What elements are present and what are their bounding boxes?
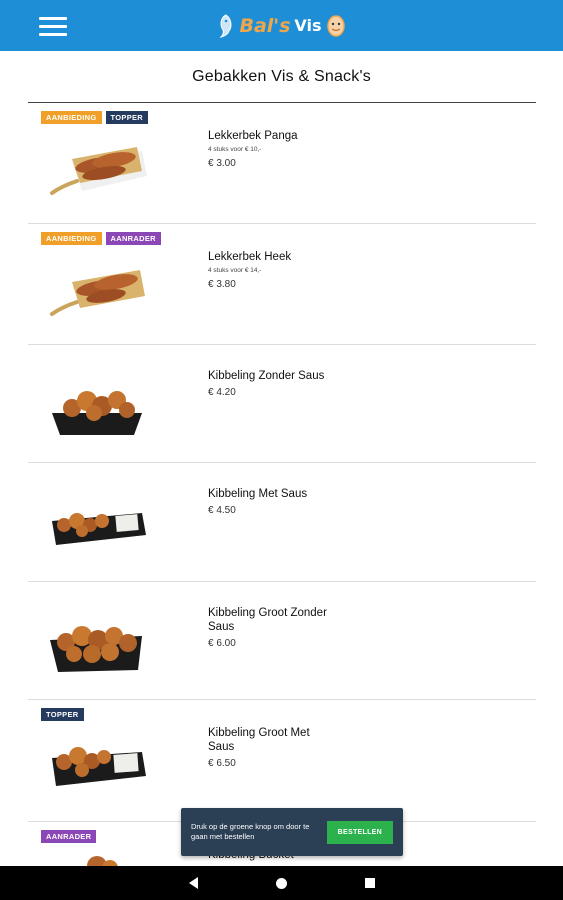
badge-aanbieding: AANBIEDING	[41, 232, 102, 245]
product-item[interactable]: Kibbeling Groot Zonder Saus € 6.00	[28, 582, 536, 700]
badge-row: AANBIEDING TOPPER	[41, 111, 149, 124]
toast-message: Druk op de groene knop om door te gaan m…	[191, 822, 310, 841]
home-icon[interactable]	[275, 877, 287, 889]
product-name: Lekkerbek Heek	[208, 251, 292, 263]
badge-row: TOPPER	[41, 708, 84, 721]
product-price: € 3.00	[208, 158, 236, 169]
product-item[interactable]: AANBIEDING TOPPER Lekkerbek Panga 4 stuk…	[28, 103, 536, 224]
product-info: Kibbeling Zonder Saus € 4.20	[208, 369, 328, 398]
product-name: Lekkerbek Panga	[208, 130, 298, 142]
product-info: Kibbeling Groot Zonder Saus € 6.00	[208, 606, 328, 649]
product-offer: 4 stuks voor € 10,-	[208, 146, 262, 153]
product-name: Kibbeling Groot Met Saus	[208, 727, 310, 753]
brand-logo: Bal's Vis	[217, 0, 345, 51]
badge-topper: TOPPER	[105, 111, 149, 124]
logo-text-secondary: Vis	[294, 16, 322, 35]
product-price: € 4.20	[208, 387, 236, 398]
badge-row: AANBIEDING AANRADER	[41, 232, 161, 245]
kibbeling-sauce-tray-image	[52, 513, 146, 545]
order-toast: Druk op de groene knop om door te gaan m…	[181, 808, 403, 856]
product-info: Lekkerbek Panga 4 stuks voor € 10,- € 3.…	[208, 129, 328, 169]
mascot-face-icon	[326, 14, 345, 37]
product-item[interactable]: AANBIEDING AANRADER Lekkerbek Heek 4 stu…	[28, 224, 536, 345]
product-price: € 6.00	[208, 638, 236, 649]
page-title: Gebakken Vis & Snack's	[192, 68, 371, 85]
product-item[interactable]: Kibbeling Met Saus € 4.50	[28, 463, 536, 582]
product-name: Kibbeling Met Saus	[208, 488, 308, 500]
lekkerbek-board-image	[50, 147, 147, 195]
kibbeling-sauce-tray-image	[52, 747, 146, 786]
product-price: € 4.50	[208, 505, 236, 516]
product-price: € 6.50	[208, 758, 236, 769]
product-name: Kibbeling Groot Zonder Saus	[208, 607, 327, 633]
product-list: AANBIEDING TOPPER Lekkerbek Panga 4 stuk…	[28, 103, 536, 900]
product-info: Kibbeling Groot Met Saus € 6.50	[208, 726, 328, 769]
badge-topper: TOPPER	[41, 708, 84, 721]
product-offer: 4 stuks voor € 14,-	[208, 267, 262, 274]
product-info: Lekkerbek Heek 4 stuks voor € 14,- € 3.8…	[208, 250, 328, 290]
product-info: Kibbeling Met Saus € 4.50	[208, 487, 328, 516]
system-nav-bar	[0, 866, 563, 900]
badge-aanbieding: AANBIEDING	[41, 111, 102, 124]
logo-text-primary: Bal's	[239, 14, 291, 37]
hamburger-icon-line	[39, 32, 67, 36]
hamburger-icon-line	[39, 24, 67, 28]
product-item[interactable]: TOPPER Kibbeling Groot Met Saus € 6.50	[28, 700, 536, 822]
lekkerbek-board-image	[50, 270, 145, 316]
product-name: Kibbeling Zonder Saus	[208, 370, 325, 382]
kibbeling-tray-image	[52, 391, 142, 435]
product-price: € 3.80	[208, 279, 236, 290]
product-item[interactable]: Kibbeling Zonder Saus € 4.20	[28, 345, 536, 463]
fish-icon	[219, 13, 232, 38]
badge-aanrader: AANRADER	[41, 830, 97, 843]
back-icon[interactable]	[188, 877, 198, 889]
menu-button[interactable]	[30, 12, 76, 40]
badge-aanrader: AANRADER	[105, 232, 161, 245]
recents-icon[interactable]	[364, 878, 375, 888]
hamburger-icon-line	[39, 16, 67, 20]
order-button[interactable]: BESTELLEN	[326, 820, 393, 844]
app-bar: Bal's Vis	[0, 0, 563, 51]
badge-row: AANRADER	[41, 830, 97, 843]
kibbeling-large-tray-image	[50, 626, 142, 672]
